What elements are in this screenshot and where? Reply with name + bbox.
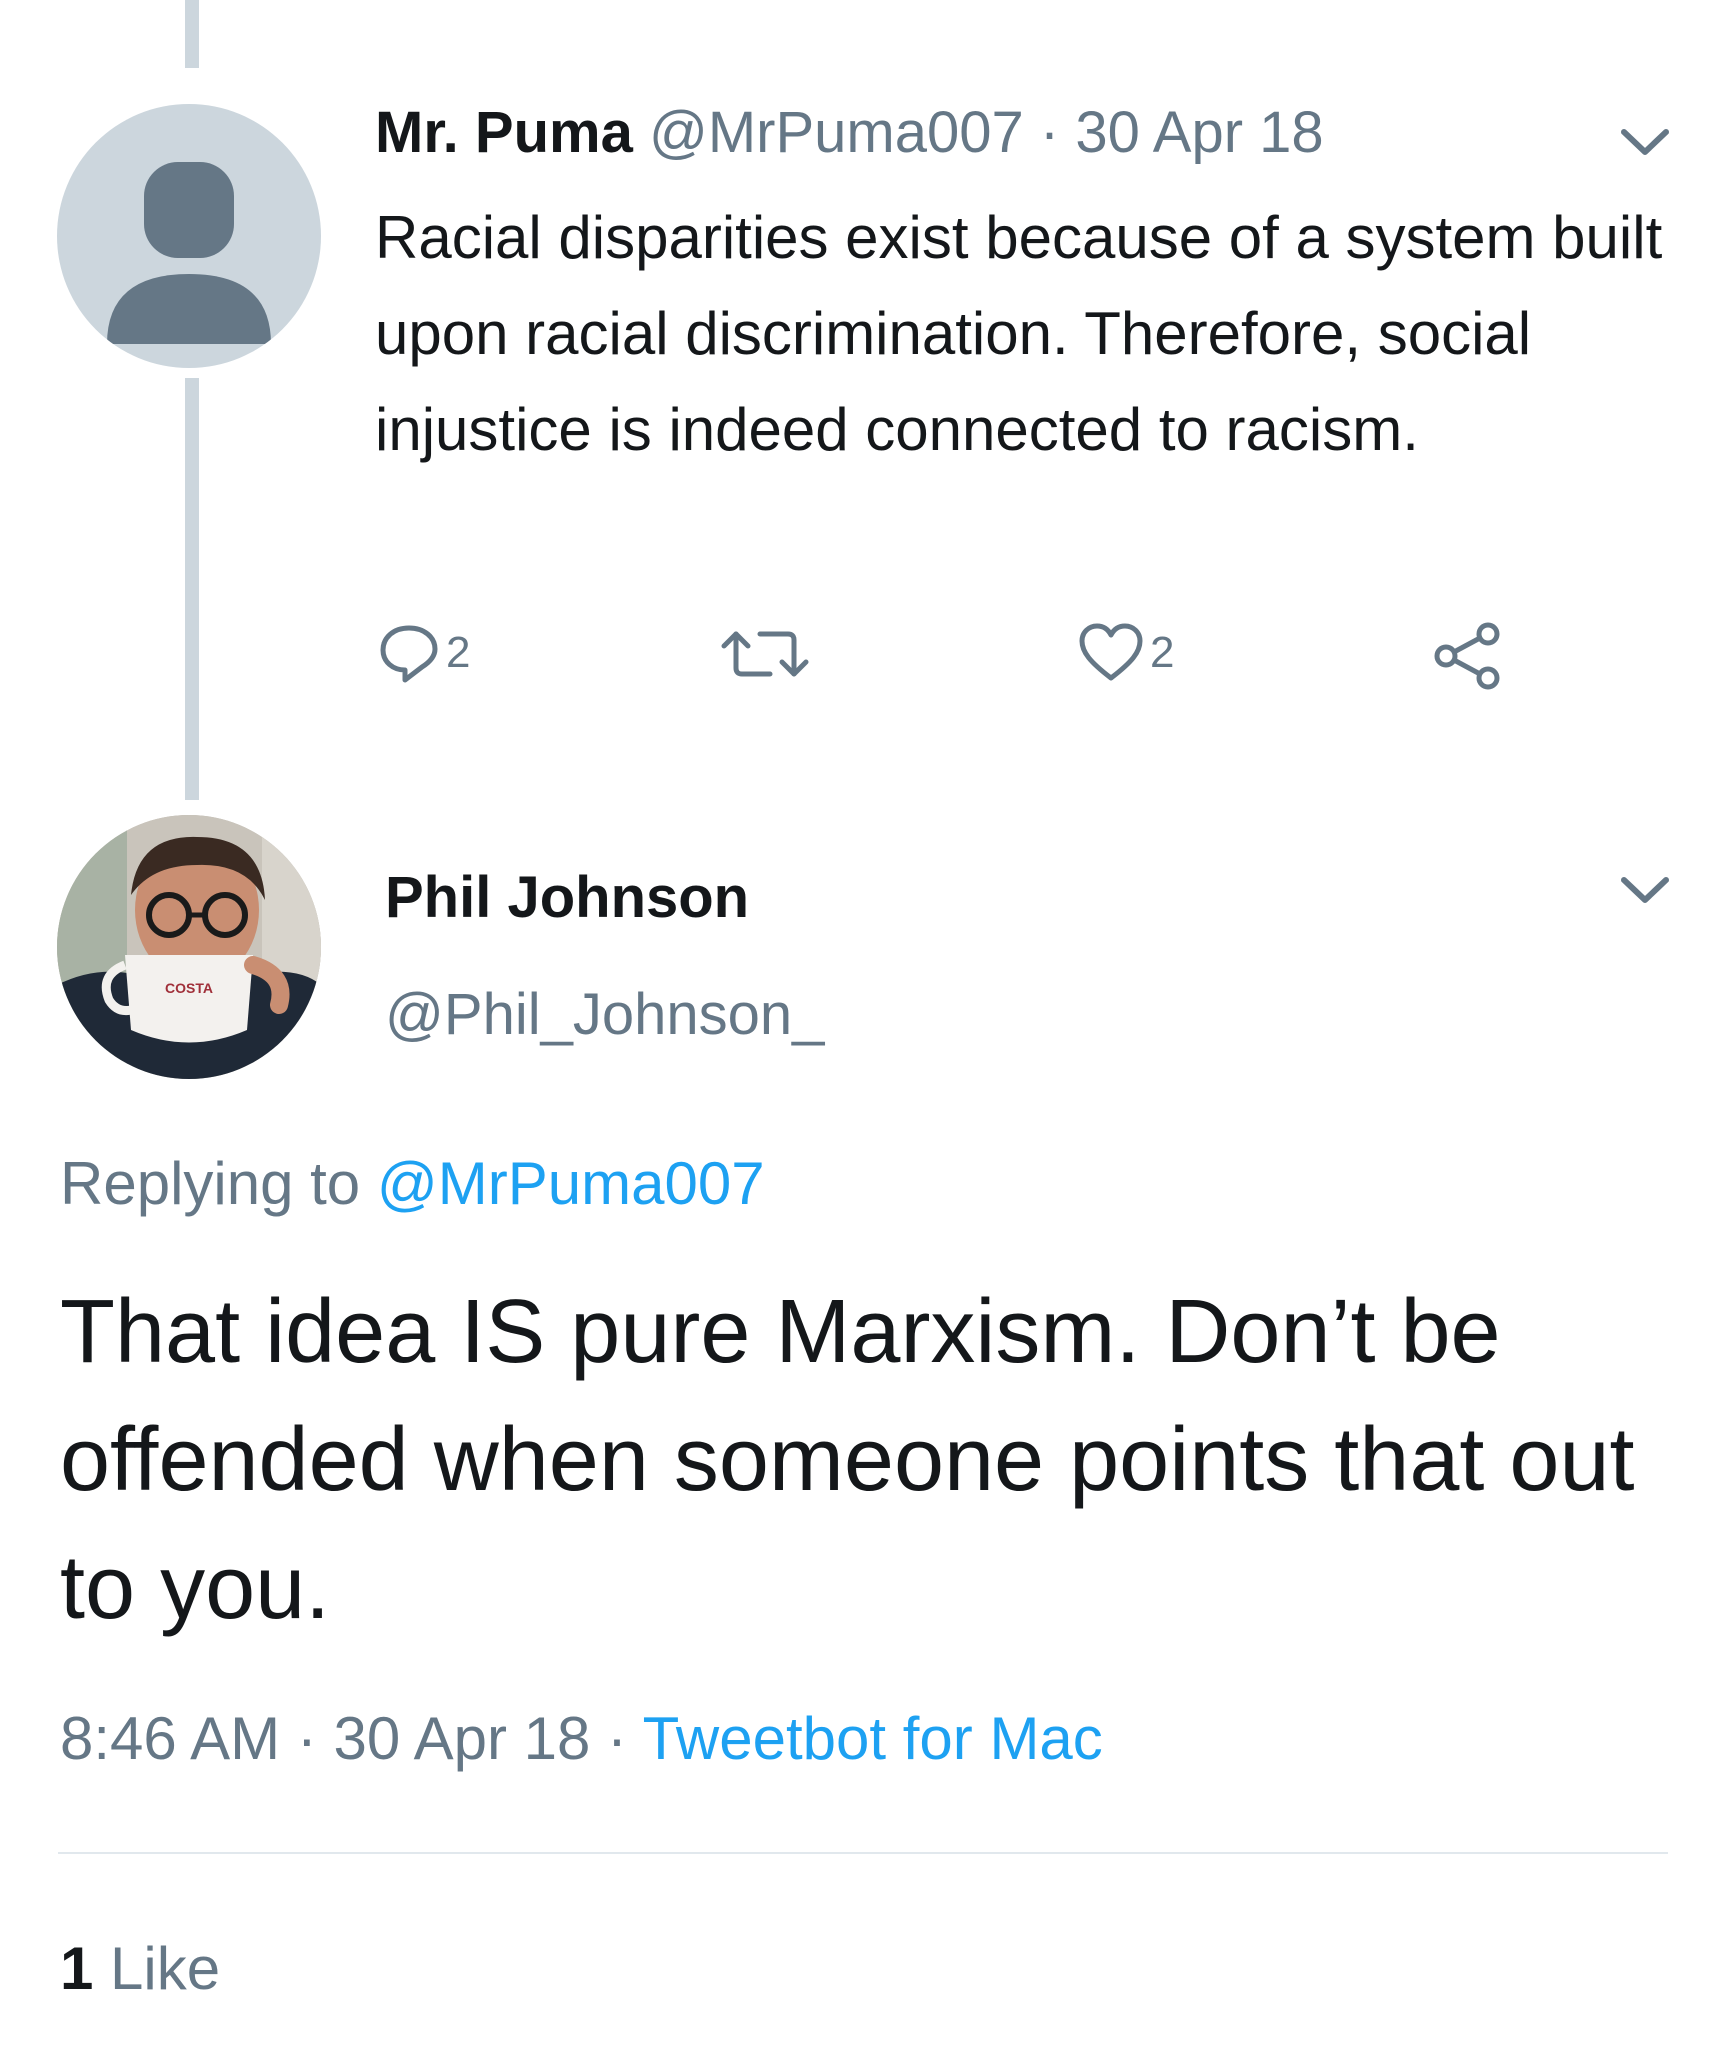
replying-to-label: Replying to — [60, 1150, 361, 1217]
chevron-down-icon[interactable] — [1618, 872, 1672, 908]
main-tweet-text: That idea IS pure Marxism. Don’t be offe… — [60, 1282, 1635, 1638]
parent-avatar[interactable] — [57, 104, 321, 368]
meta-separator-1: · — [296, 1705, 317, 1772]
avatar-mug-text: COSTA — [165, 980, 213, 996]
chevron-down-icon[interactable] — [1618, 124, 1672, 160]
parent-header: Mr. Puma @MrPuma007 · 30 Apr 18 — [375, 93, 1324, 173]
parent-author-name[interactable]: Mr. Puma — [375, 100, 633, 165]
reply-button[interactable]: 2 — [378, 622, 470, 684]
divider — [58, 1852, 1668, 1854]
reply-icon — [380, 625, 438, 683]
like-button[interactable]: 2 — [1078, 622, 1174, 684]
retweet-icon — [721, 631, 809, 677]
likes-count: 1 — [60, 1935, 94, 2002]
like-count: 2 — [1150, 628, 1175, 677]
likes-summary[interactable]: 1 Like — [60, 1928, 220, 2010]
tweet-date: 30 Apr 18 — [333, 1705, 591, 1772]
tweet-meta: 8:46 AM · 30 Apr 18 · Tweetbot for Mac — [60, 1698, 1103, 1780]
meta-separator-2: · — [607, 1705, 627, 1772]
parent-tweet-date[interactable]: 30 Apr 18 — [1075, 100, 1323, 165]
default-avatar-icon — [107, 162, 271, 344]
replying-to: Replying to @MrPuma007 — [60, 1143, 765, 1225]
avatar-photo: COSTA — [57, 815, 321, 1079]
thread-line-top — [185, 0, 199, 68]
thread-line-bottom — [185, 378, 199, 800]
parent-tweet-text: Racial disparities exist because of a sy… — [375, 204, 1663, 463]
retweet-button[interactable] — [720, 626, 810, 682]
likes-label: Like — [110, 1935, 221, 2002]
tweet-time: 8:46 AM — [60, 1705, 281, 1772]
share-button[interactable] — [1432, 620, 1504, 692]
parent-header-separator: · — [1039, 100, 1060, 165]
parent-author-handle[interactable]: @MrPuma007 — [649, 100, 1024, 165]
main-author-handle[interactable]: @Phil_Johnson_ — [385, 975, 824, 1055]
tweet-client-link[interactable]: Tweetbot for Mac — [643, 1705, 1103, 1772]
reply-count: 2 — [446, 628, 471, 677]
heart-icon — [1079, 623, 1143, 681]
replying-to-handle[interactable]: @MrPuma007 — [377, 1150, 765, 1217]
main-author-name[interactable]: Phil Johnson — [385, 858, 749, 938]
main-avatar[interactable]: COSTA — [57, 815, 321, 1079]
share-icon — [1434, 622, 1500, 690]
